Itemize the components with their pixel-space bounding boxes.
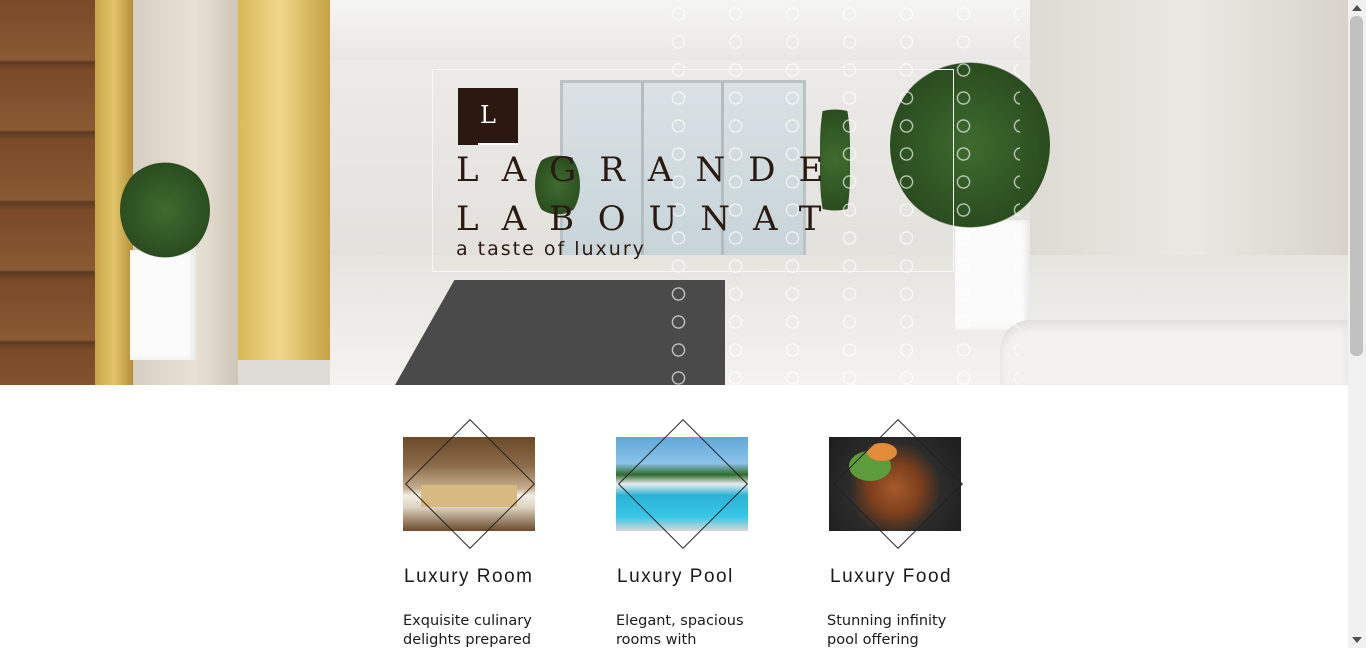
hero-tagline: a taste of luxury — [456, 238, 646, 260]
card-title: Luxury Pool — [617, 566, 734, 587]
card-description: Exquisite culinary delights prepared — [403, 613, 532, 648]
plant — [120, 160, 210, 260]
planter — [130, 250, 196, 360]
brand-name-line-1: LAGRANDE — [456, 150, 847, 190]
white-sofa — [1000, 320, 1348, 385]
card-description: Stunning infinity pool offering — [827, 613, 947, 648]
card-title: Luxury Food — [830, 566, 953, 587]
logo-letter: L — [480, 100, 496, 129]
scroll-up-arrow-icon[interactable] — [1352, 5, 1362, 11]
scrollbar-thumb[interactable] — [1350, 16, 1363, 356]
wood-panel-wall — [0, 0, 95, 385]
card-image-frame — [818, 418, 974, 550]
card-image-frame — [605, 418, 761, 550]
gold-column — [238, 0, 330, 360]
scroll-down-arrow-icon[interactable] — [1352, 637, 1362, 643]
vertical-scrollbar[interactable] — [1348, 0, 1366, 648]
brand-name-line-2: LABOUNAT — [456, 199, 845, 239]
card-title: Luxury Room — [404, 566, 534, 587]
hero-banner: L LAGRANDE LABOUNAT a taste of luxury — [0, 0, 1348, 385]
card-description: Elegant, spacious rooms with — [616, 613, 744, 648]
logo-mark[interactable]: L — [458, 88, 518, 145]
card-image-frame — [392, 418, 548, 550]
